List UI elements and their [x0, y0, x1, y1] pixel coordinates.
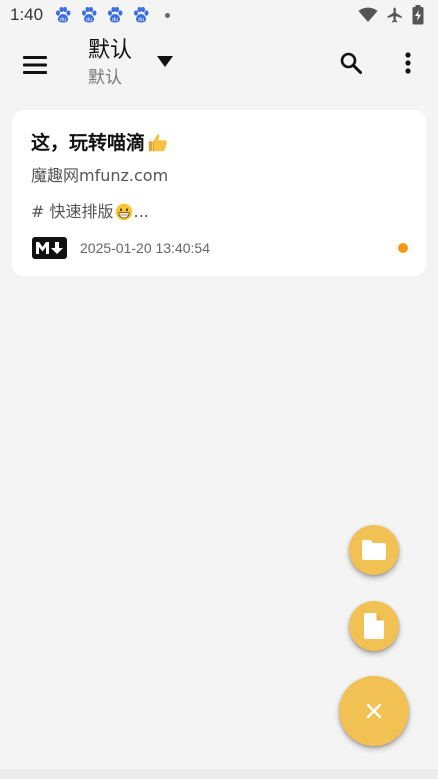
note-title-text: 这，玩转喵滴: [31, 132, 146, 154]
grinning-emoji: [115, 203, 132, 221]
baidu-paw-icon: du: [108, 6, 123, 23]
file-icon: [364, 613, 384, 639]
wifi-icon: [358, 7, 378, 22]
note-card[interactable]: 这，玩转喵滴 魔趣网mfunz.com # 快速排版 ... 2025-01-2…: [12, 110, 426, 276]
status-bar: 1:40 du du du du: [0, 0, 438, 30]
thumbs-up-emoji: [148, 134, 167, 152]
bottom-edge: [0, 769, 438, 779]
note-status-dot: [398, 243, 408, 253]
page-title: 默认: [88, 38, 133, 63]
note-subtitle: 魔趣网mfunz.com: [31, 166, 169, 185]
svg-text:du: du: [112, 17, 118, 23]
svg-text:du: du: [86, 17, 92, 23]
baidu-paw-icon: du: [56, 6, 71, 23]
status-right: [358, 5, 424, 25]
folder-icon: [362, 540, 386, 560]
page-subtitle: 默认: [88, 68, 122, 88]
status-left: 1:40 du du du du: [10, 5, 171, 25]
note-preview: # 快速排版 ...: [31, 200, 408, 224]
search-icon: [340, 52, 362, 74]
menu-icon: [23, 56, 47, 74]
app-bar: 默认 默认: [0, 30, 438, 104]
more-notifications-dot: [165, 12, 171, 18]
new-note-button[interactable]: [349, 601, 399, 651]
note-preview-suffix: ...: [133, 202, 149, 221]
more-options-button[interactable]: [396, 48, 420, 78]
note-meta: 2025-01-20 13:40:54: [32, 236, 408, 260]
close-menu-button[interactable]: [339, 676, 409, 746]
battery-charging-icon: [412, 5, 424, 25]
airplane-mode-icon: [387, 7, 402, 23]
svg-text:du: du: [138, 17, 144, 23]
close-icon: [366, 703, 382, 719]
baidu-paw-icon: du: [82, 6, 97, 23]
new-folder-button[interactable]: [349, 525, 399, 575]
baidu-paw-icon: du: [134, 6, 149, 23]
markdown-icon: [32, 237, 67, 259]
status-time: 1:40: [10, 5, 44, 24]
note-timestamp: 2025-01-20 13:40:54: [80, 240, 210, 256]
note-preview-prefix: # 快速排版: [31, 202, 114, 221]
note-title: 这，玩转喵滴: [31, 126, 408, 160]
svg-text:du: du: [60, 17, 66, 23]
more-vertical-icon: [405, 52, 411, 74]
search-button[interactable]: [336, 48, 366, 78]
menu-button[interactable]: [18, 50, 52, 80]
folder-title-block[interactable]: 默认 默认: [88, 36, 132, 90]
folder-dropdown-button[interactable]: [154, 54, 176, 70]
dropdown-triangle-icon: [157, 56, 173, 67]
